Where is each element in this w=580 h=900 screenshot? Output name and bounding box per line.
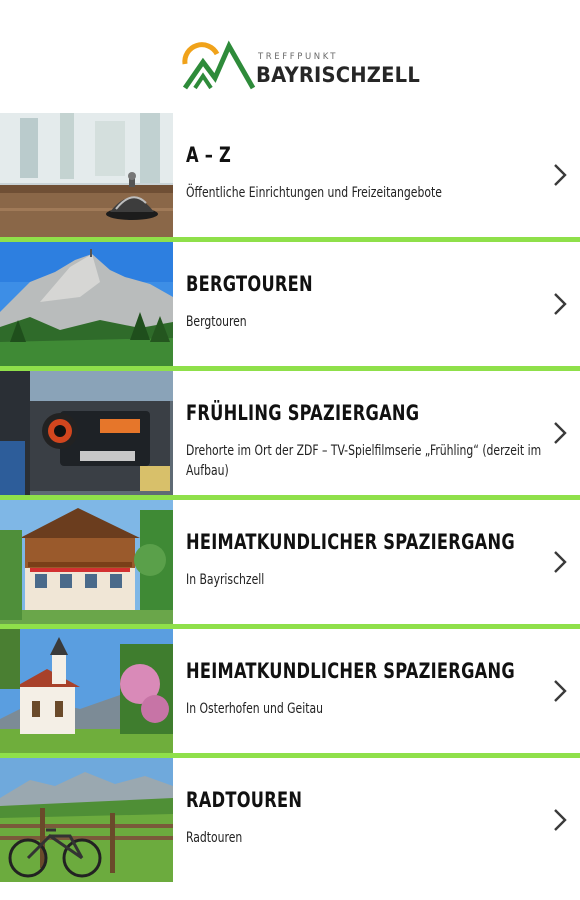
list-item-a-z[interactable]: A – Z Öffentliche Einrichtungen und Frei… [0, 113, 580, 242]
reception-bell-image [0, 113, 173, 237]
item-subtitle: Drehorte im Ort der ZDF – TV-Spielfilmse… [186, 443, 542, 479]
list-item-radtouren[interactable]: RADTOUREN Radtouren [0, 758, 580, 882]
logo-subtitle: TREFFPUNKT [258, 52, 339, 62]
item-title: FRÜHLING SPAZIERGANG [186, 401, 420, 425]
app-header: TREFFPUNKT BAYRISCHZELL [0, 0, 580, 113]
chevron-right-icon[interactable] [552, 292, 568, 316]
item-subtitle: Bergtouren [186, 314, 247, 330]
item-subtitle: In Osterhofen und Geitau [186, 701, 323, 717]
item-subtitle: In Bayrischzell [186, 572, 265, 588]
chapel-image [0, 629, 173, 753]
chevron-right-icon[interactable] [552, 679, 568, 703]
item-title: HEIMATKUNDLICHER SPAZIERGANG [186, 659, 515, 683]
category-list: A – Z Öffentliche Einrichtungen und Frei… [0, 113, 580, 882]
list-item-heimatkundlicher-bayrischzell[interactable]: HEIMATKUNDLICHER SPAZIERGANG In Bayrisch… [0, 500, 580, 629]
item-title: A – Z [186, 143, 232, 167]
alpine-house-image [0, 500, 173, 624]
chevron-right-icon[interactable] [552, 808, 568, 832]
logo-title: BAYRISCHZELL [256, 63, 420, 87]
chevron-right-icon[interactable] [552, 163, 568, 187]
item-subtitle: Öffentliche Einrichtungen und Freizeitan… [186, 185, 442, 201]
item-subtitle: Radtouren [186, 830, 243, 846]
bicycle-meadow-image [0, 758, 173, 882]
film-camera-image [0, 371, 173, 495]
chevron-right-icon[interactable] [552, 421, 568, 445]
chevron-right-icon[interactable] [552, 550, 568, 574]
list-item-fruehling-spaziergang[interactable]: FRÜHLING SPAZIERGANG Drehorte im Ort der… [0, 371, 580, 500]
item-title: BERGTOUREN [186, 272, 313, 296]
list-item-heimatkundlicher-osterhofen[interactable]: HEIMATKUNDLICHER SPAZIERGANG In Osterhof… [0, 629, 580, 758]
list-item-bergtouren[interactable]: BERGTOUREN Bergtouren [0, 242, 580, 371]
item-title: HEIMATKUNDLICHER SPAZIERGANG [186, 530, 515, 554]
mountain-image [0, 242, 173, 366]
item-title: RADTOUREN [186, 788, 303, 812]
